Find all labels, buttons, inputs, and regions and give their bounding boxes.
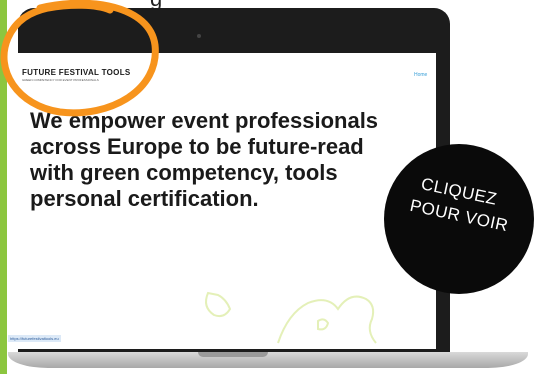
laptop-base-notch xyxy=(198,352,268,357)
cta-badge[interactable]: CLIQUEZ POUR VOIR xyxy=(384,144,534,294)
nav-home-link[interactable]: Home xyxy=(414,72,427,78)
hero-line: personal certification. xyxy=(30,186,259,211)
hero-line: with green competency, tools xyxy=(30,160,338,185)
orange-annotation-circle xyxy=(0,0,159,117)
europe-map-outline xyxy=(205,291,377,344)
laptop-base xyxy=(8,352,528,368)
webcam-dot xyxy=(197,34,201,38)
browser-status-url: https://futurefestivaltools.eu xyxy=(8,335,61,342)
hero-line: across Europe to be future-read xyxy=(30,134,364,159)
